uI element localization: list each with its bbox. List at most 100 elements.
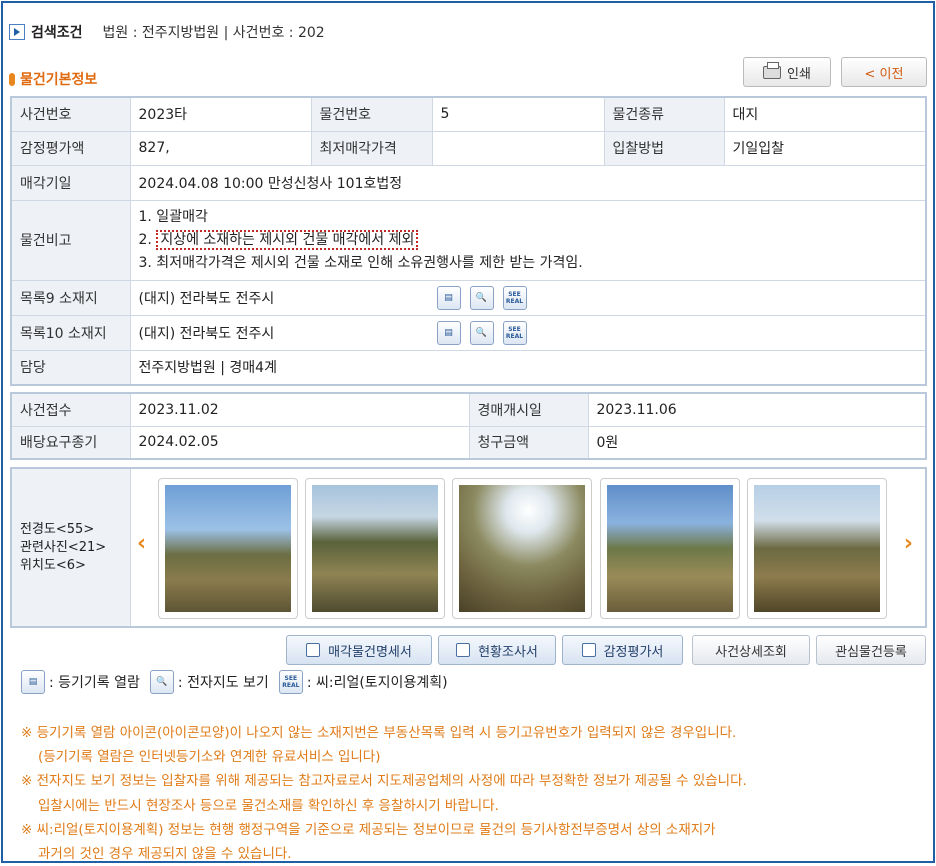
photo-image xyxy=(607,485,733,612)
item-type-value: 대지 xyxy=(723,96,927,132)
bid-method-value: 기일입찰 xyxy=(723,130,927,166)
claim-label: 청구금액 xyxy=(468,425,589,460)
sale-date-value: 2024.04.08 10:00 만성신청사 101호법정 xyxy=(129,164,927,201)
sale-spec-button[interactable]: 매각물건명세서 xyxy=(286,635,432,665)
related-photo-link[interactable]: 관련사진<21> xyxy=(20,539,130,557)
photo-image xyxy=(165,485,291,612)
table-row: 물건비고 1. 일괄매각 2. 지상에 소재하는 제시외 건물 매각에서 제외 … xyxy=(10,199,927,281)
icon-legend: ▤ : 등기기록 열람 🔍 : 전자지도 보기 SEE REAL : 씨:리얼(… xyxy=(21,670,458,694)
legend-seereal-text: : 씨:리얼(토지이용계획) xyxy=(306,675,448,691)
appraisal-report-button[interactable]: 감정평가서 xyxy=(562,635,683,665)
start-label: 경매개시일 xyxy=(468,392,589,427)
remark-line-2: 2. 지상에 소재하는 제시외 건물 매각에서 제외 xyxy=(139,229,918,252)
seereal-icon[interactable]: SEE REAL xyxy=(502,285,527,310)
table-row: 사건접수 2023.11.02 경매개시일 2023.11.06 xyxy=(10,392,927,427)
chevron-right-icon[interactable]: › xyxy=(904,531,913,556)
play-arrow-icon xyxy=(9,24,25,40)
document-icon xyxy=(456,643,471,657)
case-detail-button[interactable]: 사건상세조회 xyxy=(692,635,810,665)
legend-map-text: : 전자지도 보기 xyxy=(177,675,269,691)
claim-value: 0원 xyxy=(587,425,927,460)
table-row: 매각기일 2024.04.08 10:00 만성신청사 101호법정 xyxy=(10,164,927,201)
photo-gallery: 전경도<55> 관련사진<21> 위치도<6> ‹ › xyxy=(10,467,927,628)
table-row: 목록9 소재지 (대지) 전라북도 전주시 ▤ 🔍 SEE REAL xyxy=(10,279,927,316)
seereal-icon: SEE REAL xyxy=(278,670,303,694)
remark-line-2-prefix: 2. xyxy=(138,231,157,248)
notice-list: ※ 등기기록 열람 아이콘(아이콘모양)이 나오지 않는 소재지번은 부동산목록… xyxy=(21,721,747,866)
notice-line: (등기기록 열람은 인터넷등기소와 연계한 유료서비스 입니다) xyxy=(38,749,381,766)
survey-label: 현황조사서 xyxy=(478,644,538,660)
seereal-icon[interactable]: SEE REAL xyxy=(502,320,527,345)
photo-thumbnail[interactable] xyxy=(747,478,887,619)
notice-line: ※ 등기기록 열람 아이콘(아이콘모양)이 나오지 않는 소재지번은 부동산목록… xyxy=(21,725,737,741)
print-button-label: 인쇄 xyxy=(787,66,811,82)
photo-image xyxy=(312,485,438,612)
pencil-document-icon xyxy=(581,643,596,657)
search-condition-bar: 검색조건 법원 : 전주지방법원 | 사건번호 : 202 xyxy=(9,21,325,43)
watch-item-button[interactable]: 관심물건등록 xyxy=(816,635,926,665)
printer-icon xyxy=(763,61,782,79)
sale-spec-label: 매각물건명세서 xyxy=(328,644,412,660)
section-title: 물건기본정보 xyxy=(9,69,97,89)
document-icon xyxy=(306,643,321,657)
charge-value: 전주지방법원 | 경매4계 xyxy=(129,349,927,386)
addr9-text: (대지) 전라북도 전주시 xyxy=(138,290,275,307)
min-price-label: 최저매각가격 xyxy=(310,130,433,166)
photo-categories: 전경도<55> 관련사진<21> 위치도<6> xyxy=(12,469,131,626)
addr10-text: (대지) 전라북도 전주시 xyxy=(138,325,275,342)
print-button[interactable]: 인쇄 xyxy=(743,57,831,87)
back-button[interactable]: < 이전 xyxy=(841,57,927,87)
received-label: 사건접수 xyxy=(10,392,131,427)
case-info-table: 사건접수 2023.11.02 경매개시일 2023.11.06 배당요구종기 … xyxy=(10,392,927,460)
sale-date-label: 매각기일 xyxy=(10,164,131,201)
deadline-value: 2024.02.05 xyxy=(129,425,470,460)
addr9-label: 목록9 소재지 xyxy=(10,279,131,316)
basic-info-table: 사건번호 2023타 물건번호 5 물건종류 대지 감정평가액 827, 최저매… xyxy=(10,96,927,386)
back-button-label: < 이전 xyxy=(864,66,904,82)
notice-line: ※ 전자지도 보기 정보는 입찰자를 위해 제공되는 참고자료로서 지도제공업체… xyxy=(21,773,747,790)
notice-line: ※ 씨:리얼(토지이용계획) 정보는 현행 행정구역을 기준으로 제공되는 정보… xyxy=(21,821,716,838)
map-magnifier-icon[interactable]: 🔍 xyxy=(469,285,494,310)
appraisal-report-label: 감정평가서 xyxy=(603,644,664,660)
registry-icon[interactable]: ▤ xyxy=(436,285,461,310)
case-no-value: 2023타 xyxy=(129,96,312,132)
legend-registry-text: : 등기기록 열람 xyxy=(49,675,140,691)
charge-label: 담당 xyxy=(10,349,131,386)
start-value: 2023.11.06 xyxy=(587,392,927,427)
watch-item-label: 관심물건등록 xyxy=(835,644,907,660)
addr10-value: (대지) 전라북도 전주시 ▤ 🔍 SEE REAL xyxy=(129,314,927,351)
notice-line: 과거의 것인 경우 제공되지 않을 수 있습니다. xyxy=(38,846,292,863)
remark-line-1: 1. 일괄매각 xyxy=(138,208,208,225)
photo-image xyxy=(459,485,585,612)
section-title-text: 물건기본정보 xyxy=(20,72,98,88)
map-magnifier-icon[interactable]: 🔍 xyxy=(469,320,494,345)
photo-strip: ‹ › xyxy=(131,469,925,626)
photo-thumbnail[interactable] xyxy=(305,478,445,619)
photo-thumbnail[interactable] xyxy=(600,478,740,619)
item-type-label: 물건종류 xyxy=(603,96,725,132)
registry-icon[interactable]: ▤ xyxy=(436,320,461,345)
remark-highlight: 지상에 소재하는 제시외 건물 매각에서 제외 xyxy=(156,229,419,250)
page-frame: 검색조건 법원 : 전주지방법원 | 사건번호 : 202 물건기본정보 인쇄 … xyxy=(1,1,935,863)
min-price-value xyxy=(431,130,605,166)
case-no-label: 사건번호 xyxy=(10,96,131,132)
remark-line-3: 3. 최저매각가격은 제시외 건물 소재로 인해 소유권행사를 제한 받는 가격… xyxy=(138,254,583,271)
case-detail-label: 사건상세조회 xyxy=(715,644,787,660)
appraisal-value: 827, xyxy=(129,130,312,166)
addr10-label: 목록10 소재지 xyxy=(10,314,131,351)
table-row: 사건번호 2023타 물건번호 5 물건종류 대지 xyxy=(10,96,927,132)
remarks-value: 1. 일괄매각 2. 지상에 소재하는 제시외 건물 매각에서 제외 3. 최저… xyxy=(129,199,927,281)
overview-photo-link[interactable]: 전경도<55> xyxy=(20,521,130,539)
location-photo-link[interactable]: 위치도<6> xyxy=(20,557,130,575)
chevron-left-icon[interactable]: ‹ xyxy=(137,531,146,556)
notice-line: 입찰시에는 반드시 현장조사 등으로 물건소재를 확인하신 후 응찰하시기 바랍… xyxy=(38,797,499,814)
bid-method-label: 입찰방법 xyxy=(603,130,725,166)
bullet-icon xyxy=(9,72,15,86)
deadline-label: 배당요구종기 xyxy=(10,425,131,460)
survey-button[interactable]: 현황조사서 xyxy=(438,635,556,665)
search-condition-value: 법원 : 전주지방법원 | 사건번호 : 202 xyxy=(102,25,325,41)
table-row: 담당 전주지방법원 | 경매4계 xyxy=(10,349,927,386)
table-row: 배당요구종기 2024.02.05 청구금액 0원 xyxy=(10,425,927,460)
photo-thumbnail[interactable] xyxy=(452,478,592,619)
photo-thumbnail[interactable] xyxy=(158,478,298,619)
